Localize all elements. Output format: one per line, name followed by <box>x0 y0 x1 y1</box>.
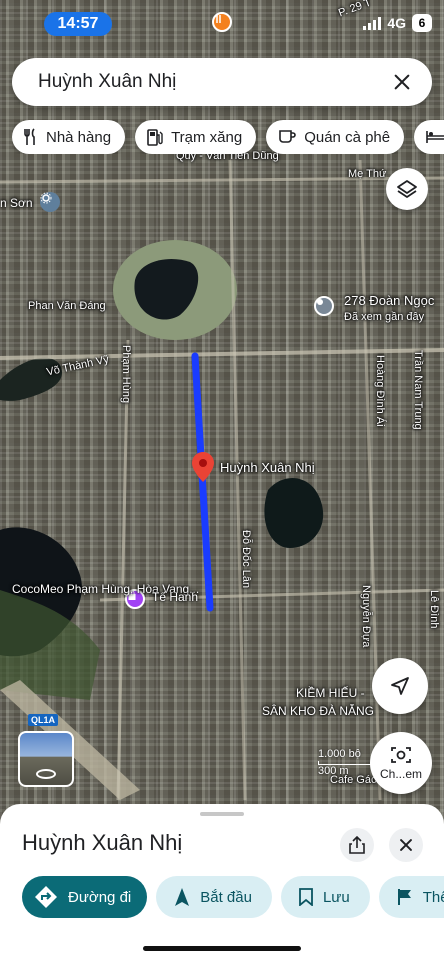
chip-gas-stations[interactable]: Trạm xăng <box>135 120 257 154</box>
chip-label: Nhà hàng <box>46 128 112 146</box>
action-label: Bắt đầu <box>200 888 252 906</box>
chip-hotels[interactable]: Kh <box>414 120 444 154</box>
coffee-cup-icon <box>279 130 296 143</box>
selected-street-label: Huỳnh Xuân Nhị <box>220 460 315 475</box>
share-icon <box>349 836 365 854</box>
map-scale: 1.000 bộ 300 m <box>318 748 372 777</box>
signal-icon <box>363 16 382 30</box>
nearby-poi-label[interactable]: 278 Đoàn Ngọc <box>344 293 434 308</box>
directions-button[interactable]: Đường đi <box>22 876 148 918</box>
action-label: Lưu <box>322 888 350 906</box>
poi-label: SÂN KHO ĐÀ NẴNG <box>262 704 375 718</box>
layers-icon <box>397 180 417 198</box>
lens-button[interactable]: Ch...em <box>370 732 432 794</box>
poi-label: Tế Hanh <box>152 590 199 604</box>
add-label-button[interactable]: Thê <box>378 876 444 918</box>
directions-icon <box>35 886 57 908</box>
lens-label: Ch...em <box>379 767 422 781</box>
bookmark-icon <box>299 888 313 906</box>
action-buttons: Đường đi Bắt đầu Lưu Thê <box>22 876 444 918</box>
restaurant-marker[interactable] <box>212 12 232 32</box>
nearby-poi-sub-label: Đã xem gần đây <box>344 311 425 323</box>
street-label: Trần Nam Trung <box>412 350 424 430</box>
action-label: Đường đi <box>68 888 132 906</box>
poi-marker[interactable] <box>40 192 60 212</box>
camera-lens-icon <box>391 747 411 763</box>
status-time: 14:57 <box>44 12 112 36</box>
gas-station-icon <box>147 129 163 146</box>
chip-label: Trạm xăng <box>171 128 243 146</box>
start-button[interactable]: Bắt đầu <box>156 876 272 918</box>
sheet-drag-handle[interactable] <box>200 812 244 816</box>
street-label: Hoàng Đình Ái <box>374 355 386 427</box>
scale-imperial: 1.000 bộ <box>318 748 361 760</box>
close-icon <box>397 836 415 854</box>
scale-metric: 300 m <box>318 765 349 777</box>
search-bar[interactable]: Huỳnh Xuân Nhị <box>12 58 432 106</box>
layers-button[interactable] <box>386 168 428 210</box>
navigation-arrow-icon <box>391 677 409 695</box>
poi-label: Mẹ Thứ <box>348 168 387 180</box>
bed-icon <box>426 131 444 143</box>
battery-icon: 6 <box>412 14 432 32</box>
chip-label: Quán cà phê <box>304 128 391 146</box>
save-button[interactable]: Lưu <box>280 876 370 918</box>
poi-label: n Sơn <box>0 196 33 210</box>
flag-icon <box>397 889 411 905</box>
action-label: Thê <box>422 888 444 906</box>
close-sheet-button[interactable] <box>389 828 423 862</box>
search-query[interactable]: Huỳnh Xuân Nhị <box>38 71 390 93</box>
category-chips: Nhà hàng Trạm xăng Quán cà phê Kh <box>12 120 444 154</box>
street-label: Đỗ Đốc Lân <box>240 530 252 589</box>
chip-cafes[interactable]: Quán cà phê <box>266 120 405 154</box>
poi-label: KIỀM HIẾU - <box>296 686 365 700</box>
place-bottom-sheet[interactable]: Huỳnh Xuân Nhị Đường đi Bắt đầu Lưu Thê <box>0 804 444 960</box>
selected-route-line <box>191 352 214 612</box>
my-location-button[interactable] <box>372 658 428 714</box>
highway-shield: QL1A <box>28 714 59 726</box>
fork-knife-icon <box>24 128 35 145</box>
street-view-icon <box>36 769 56 779</box>
navigation-arrow-icon <box>175 888 190 906</box>
close-icon[interactable] <box>390 70 414 94</box>
street-label: Nguyễn Đựa <box>360 585 372 648</box>
home-indicator <box>143 946 301 951</box>
share-button[interactable] <box>340 828 374 862</box>
chip-restaurants[interactable]: Nhà hàng <box>12 120 126 154</box>
network-type: 4G <box>387 15 406 31</box>
street-label: Phan Văn Đáng <box>28 300 106 312</box>
place-title: Huỳnh Xuân Nhị <box>22 830 183 855</box>
status-indicators: 4G 6 <box>363 14 432 32</box>
street-label: Lê Đình <box>428 590 440 629</box>
location-pin-icon[interactable] <box>192 452 214 482</box>
recent-place-marker[interactable] <box>314 296 334 316</box>
street-label: Phạm Hùng <box>120 345 132 404</box>
street-view-thumbnail[interactable] <box>18 731 74 787</box>
